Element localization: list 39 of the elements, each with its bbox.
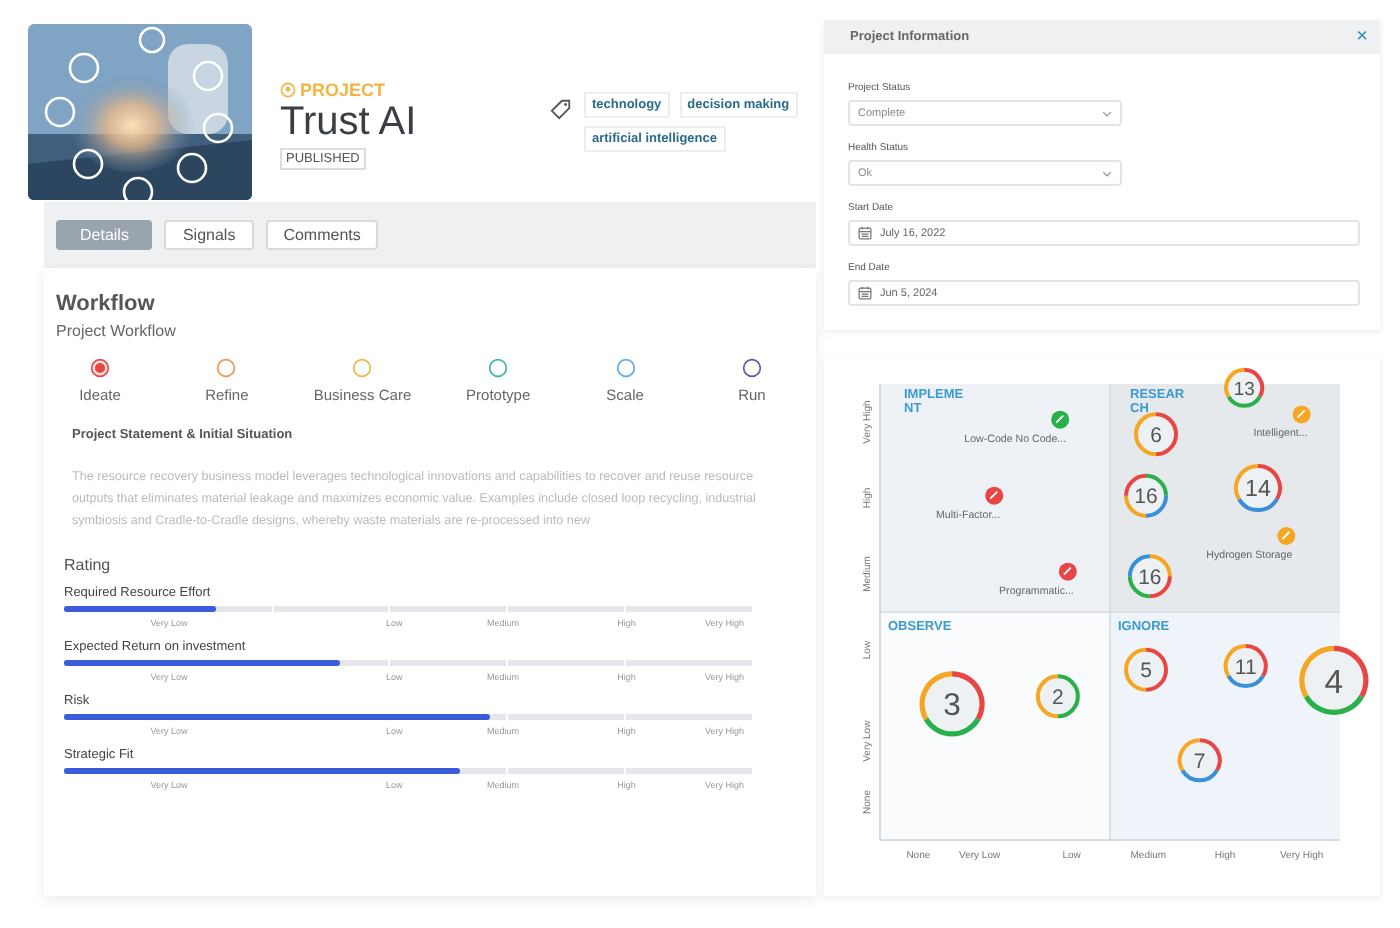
cluster-bubble[interactable]: 7 <box>1177 738 1222 783</box>
cluster-bubble[interactable]: 2 <box>1035 674 1080 719</box>
rating-track[interactable] <box>64 768 752 774</box>
rating-track[interactable] <box>64 714 752 720</box>
step-dot[interactable] <box>216 358 237 378</box>
cluster-bubble[interactable]: 6 <box>1134 412 1178 457</box>
project-marker[interactable] <box>1292 405 1311 424</box>
cluster-bubble[interactable]: 13 <box>1224 367 1265 408</box>
chevron-icon <box>1102 109 1112 117</box>
section-heading: Workflow <box>56 292 157 316</box>
step-dot[interactable] <box>615 358 636 378</box>
step-dot[interactable] <box>488 358 509 378</box>
step-dot[interactable] <box>90 358 110 378</box>
step-dot[interactable] <box>741 358 762 378</box>
tab[interactable]: Signals <box>164 220 254 250</box>
rating-heading: Rating <box>64 556 113 574</box>
cluster-bubble[interactable]: 4 <box>1299 645 1369 715</box>
project-label: PROJECT <box>300 80 386 100</box>
calendar-icon <box>858 286 872 300</box>
cluster-bubble[interactable]: 11 <box>1223 643 1268 688</box>
chevron-icon <box>1102 169 1112 177</box>
calendar-icon <box>858 226 872 240</box>
section-subheading: Project Workflow <box>56 322 178 340</box>
cluster-bubble[interactable]: 16 <box>1124 473 1169 518</box>
project-title: Trust AI <box>280 100 417 144</box>
tag-icon <box>550 98 572 120</box>
rating-track[interactable] <box>64 660 752 666</box>
cluster-bubble[interactable]: 16 <box>1127 554 1172 599</box>
cluster-bubble[interactable]: 14 <box>1234 464 1282 513</box>
cluster-bubble[interactable]: 5 <box>1124 647 1168 692</box>
project-marker[interactable] <box>1277 527 1296 545</box>
bulb-icon <box>280 82 296 98</box>
cluster-bubble[interactable]: 3 <box>919 671 985 737</box>
project-marker[interactable] <box>985 486 1004 505</box>
project-marker[interactable] <box>1051 410 1070 429</box>
tab[interactable]: Comments <box>265 220 379 250</box>
step-dot[interactable] <box>352 358 373 378</box>
project-marker[interactable] <box>1058 562 1077 581</box>
close-button[interactable]: × <box>1356 27 1368 47</box>
